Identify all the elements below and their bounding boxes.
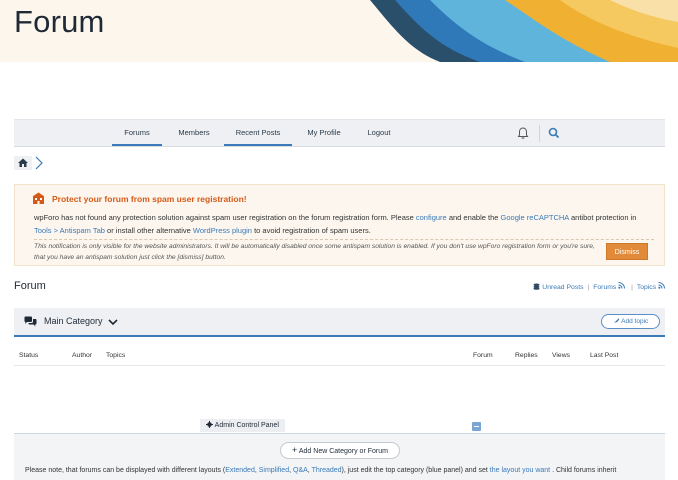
forum-table-header: Status Author Topics Forum Replies Views… bbox=[14, 350, 665, 366]
unread-posts-link[interactable]: Unread Posts bbox=[542, 284, 583, 291]
page-title: Forum bbox=[14, 4, 105, 39]
category-title[interactable]: Main Category bbox=[44, 316, 103, 326]
forum-heading: Forum bbox=[14, 280, 46, 292]
notice-body: wpForo has not found any protection solu… bbox=[34, 211, 654, 237]
antispam-tab-link[interactable]: Tools > Antispam Tab bbox=[34, 226, 105, 235]
stack-icon bbox=[533, 283, 540, 290]
collapse-icon[interactable] bbox=[472, 422, 481, 431]
note-text: Please note, that forums can be displaye… bbox=[25, 467, 226, 474]
add-new-category-button[interactable]: + Add New Category or Forum bbox=[280, 442, 400, 459]
link-separator: | bbox=[587, 284, 590, 291]
notice-text: or install other alternative bbox=[104, 226, 193, 235]
plus-icon: + bbox=[292, 445, 298, 455]
nav-recent-posts[interactable]: Recent Posts bbox=[224, 120, 292, 146]
topics-rss-link[interactable]: Topics bbox=[637, 284, 656, 291]
note-text: . Child forums inherit bbox=[550, 467, 617, 474]
recaptcha-link[interactable]: Google reCAPTCHA bbox=[501, 213, 569, 222]
spam-protection-notice: Protect your forum from spam user regist… bbox=[14, 184, 665, 266]
category-panel[interactable]: Main Category Add topic bbox=[14, 308, 665, 337]
nav-logout[interactable]: Logout bbox=[354, 120, 404, 146]
chevron-down-icon[interactable] bbox=[108, 318, 118, 326]
layout-note: Please note, that forums can be displaye… bbox=[25, 467, 678, 474]
forum-header-banner: Forum bbox=[0, 0, 678, 62]
layout-simplified-link[interactable]: Simplified bbox=[259, 467, 289, 474]
breadcrumb bbox=[14, 156, 48, 170]
notice-text: to avoid registration of spam users. bbox=[251, 226, 371, 235]
admin-control-panel-label: Admin Control Panel bbox=[214, 422, 279, 429]
nav-my-profile[interactable]: My Profile bbox=[299, 120, 349, 146]
notice-text: wpForo has not found any protection solu… bbox=[34, 213, 416, 222]
dismiss-button[interactable]: Dismiss bbox=[606, 243, 648, 260]
layout-threaded-link[interactable]: Threaded bbox=[312, 467, 342, 474]
notice-title: Protect your forum from spam user regist… bbox=[52, 194, 247, 204]
note-text: ), just edit the top category (blue pane… bbox=[341, 467, 490, 474]
rss-icon[interactable] bbox=[618, 282, 626, 289]
col-status: Status bbox=[19, 352, 39, 359]
gear-icon bbox=[206, 421, 214, 428]
comments-icon bbox=[24, 316, 37, 327]
col-last-post: Last Post bbox=[590, 352, 619, 359]
nav-divider bbox=[539, 125, 540, 142]
bell-icon[interactable] bbox=[516, 126, 530, 140]
col-author: Author bbox=[72, 352, 93, 359]
main-nav: Forums Members Recent Posts My Profile L… bbox=[14, 119, 665, 147]
add-topic-label: Add topic bbox=[621, 318, 649, 325]
notice-text: antibot protection in bbox=[568, 213, 637, 222]
col-replies: Replies bbox=[515, 352, 538, 359]
add-topic-button[interactable]: Add topic bbox=[601, 314, 660, 329]
notice-admin-note: This notification is only visible for th… bbox=[34, 243, 595, 261]
feather-icon bbox=[613, 318, 619, 323]
forums-rss-link[interactable]: Forums bbox=[593, 284, 616, 291]
notice-divider bbox=[34, 239, 654, 240]
col-topics: Topics bbox=[106, 352, 126, 359]
breadcrumb-bar bbox=[14, 156, 43, 170]
notice-text: and enable the bbox=[446, 213, 501, 222]
nav-forums[interactable]: Forums bbox=[112, 120, 162, 146]
col-views: Views bbox=[552, 352, 571, 359]
wordpress-plugin-link[interactable]: WordPress plugin bbox=[193, 226, 252, 235]
col-forum: Forum bbox=[473, 352, 493, 359]
nav-members[interactable]: Members bbox=[169, 120, 219, 146]
admin-control-panel[interactable]: Admin Control Panel bbox=[200, 419, 285, 432]
forum-quick-links: Unread Posts | Forums | Topics bbox=[533, 282, 665, 291]
link-separator: | bbox=[631, 284, 633, 291]
search-icon[interactable] bbox=[547, 126, 561, 140]
layout-you-want-link[interactable]: the layout you want bbox=[490, 467, 550, 474]
layout-qa-link[interactable]: Q&A bbox=[293, 467, 308, 474]
rss-icon[interactable] bbox=[658, 282, 665, 289]
add-new-label: Add New Category or Forum bbox=[298, 448, 388, 455]
chevron-right-icon bbox=[35, 156, 43, 170]
configure-link[interactable]: configure bbox=[416, 213, 447, 222]
building-icon bbox=[32, 192, 45, 204]
layout-extended-link[interactable]: Extended bbox=[225, 467, 255, 474]
